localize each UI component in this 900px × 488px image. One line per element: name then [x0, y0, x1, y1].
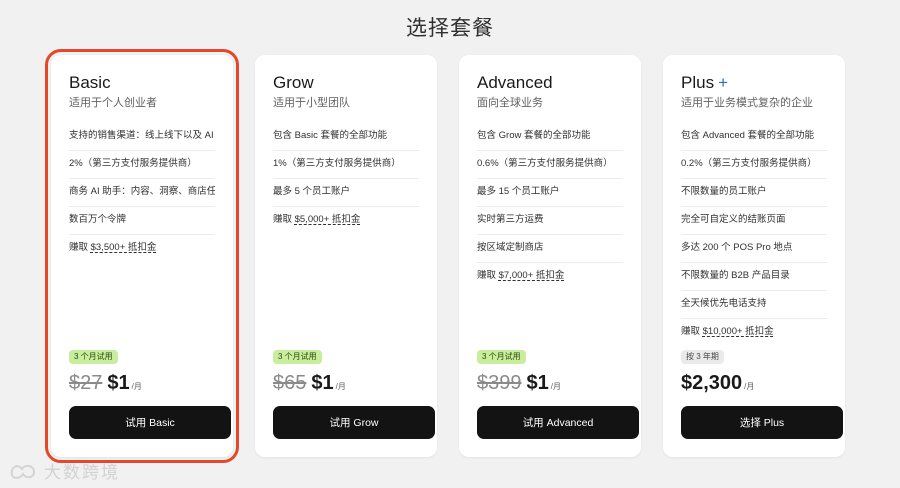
- old-price: $399: [477, 372, 522, 394]
- plan-bottom: 3 个月试用 $399 $1 /月 试用 Advanced: [477, 346, 639, 439]
- feature-item: 赚取 $5,000+ 抵扣金: [273, 206, 419, 234]
- trial-badge: 3 个月试用: [477, 350, 526, 364]
- feature-item: 包含 Grow 套餐的全部功能: [477, 130, 591, 141]
- feature-item: 赚取 $3,500+ 抵扣金: [69, 234, 215, 262]
- plan-name: Plus +: [681, 73, 729, 92]
- feature-item: 0.2%（第三方支付服务提供商）: [681, 150, 827, 178]
- feature-item: 包含 Advanced 套餐的全部功能: [681, 130, 815, 141]
- new-price: $1: [311, 372, 334, 394]
- feature-item: 不限数量的员工账户: [681, 178, 827, 206]
- plan-subtitle: 面向全球业务: [477, 97, 543, 109]
- credit-link[interactable]: $3,500+ 抵扣金: [91, 242, 157, 253]
- plan-bottom: 3 个月试用 $65 $1 /月 试用 Grow: [273, 346, 435, 439]
- feature-item: 不限数量的 B2B 产品目录: [681, 262, 827, 290]
- feature-item: 1%（第三方支付服务提供商）: [273, 150, 419, 178]
- plans-row: Basic 适用于个人创业者 支持的销售渠道：线上线下以及 AI 聊天 2%（第…: [45, 49, 845, 463]
- plan-bottom: 3 个月试用 $27 $1 /月 试用 Basic: [69, 346, 231, 439]
- feature-list: 包含 Basic 套餐的全部功能 1%（第三方支付服务提供商） 最多 5 个员工…: [273, 123, 419, 234]
- old-price: $65: [273, 372, 307, 394]
- feature-item: 实时第三方运费: [477, 206, 623, 234]
- feature-item: 按区域定制商店: [477, 234, 623, 262]
- feature-item: 最多 15 个员工账户: [477, 178, 623, 206]
- feature-item: 完全可自定义的结账页面: [681, 206, 827, 234]
- feature-item: 最多 5 个员工账户: [273, 178, 419, 206]
- feature-item: 赚取 $10,000+ 抵扣金: [681, 318, 827, 346]
- plan-subtitle: 适用于个人创业者: [69, 97, 157, 109]
- feature-item: 赚取 $7,000+ 抵扣金: [477, 262, 623, 290]
- trial-badge: 3 个月试用: [273, 350, 322, 364]
- price-period: /月: [131, 382, 142, 391]
- price-row: $399 $1 /月: [477, 372, 623, 398]
- plus-mark: +: [718, 73, 729, 92]
- feature-item: 支持的销售渠道：线上线下以及 AI 聊天: [69, 130, 215, 141]
- price-row: $2,300 /月: [681, 372, 827, 398]
- watermark-text: 大数跨境: [44, 463, 120, 482]
- plan-card-grow: Grow 适用于小型团队 包含 Basic 套餐的全部功能 1%（第三方支付服务…: [255, 55, 437, 457]
- price-row: $65 $1 /月: [273, 372, 419, 398]
- feature-item: 全天候优先电话支持: [681, 290, 827, 318]
- plan-card-advanced: Advanced 面向全球业务 包含 Grow 套餐的全部功能 0.6%（第三方…: [459, 55, 641, 457]
- choose-plus-button[interactable]: 选择 Plus: [681, 406, 843, 439]
- credit-link[interactable]: $10,000+ 抵扣金: [703, 326, 774, 337]
- new-price: $1: [107, 372, 130, 394]
- plan-card-basic: Basic 适用于个人创业者 支持的销售渠道：线上线下以及 AI 聊天 2%（第…: [45, 49, 239, 463]
- credit-link[interactable]: $5,000+ 抵扣金: [295, 214, 361, 225]
- watermark-logo-icon: [10, 464, 36, 479]
- new-price: $2,300: [681, 372, 743, 394]
- feature-item: 商务 AI 助手：内容、洞察、商店任务等: [69, 178, 215, 206]
- feature-item: 多达 200 个 POS Pro 地点: [681, 234, 827, 262]
- try-advanced-button[interactable]: 试用 Advanced: [477, 406, 639, 439]
- plan-subtitle: 适用于业务模式复杂的企业: [681, 97, 813, 109]
- watermark: 大数跨境: [8, 458, 120, 483]
- feature-item: 包含 Basic 套餐的全部功能: [273, 130, 388, 141]
- plan-name: Advanced: [477, 73, 553, 92]
- feature-item: 0.6%（第三方支付服务提供商）: [477, 150, 623, 178]
- feature-list: 支持的销售渠道：线上线下以及 AI 聊天 2%（第三方支付服务提供商） 商务 A…: [69, 123, 215, 262]
- feature-item: 数百万个令牌: [69, 206, 215, 234]
- price-period: /月: [335, 382, 346, 391]
- plan-bottom: 按 3 年期 $2,300 /月 选择 Plus: [681, 346, 843, 439]
- term-badge: 按 3 年期: [681, 350, 724, 364]
- page-title: 选择套餐: [406, 17, 494, 40]
- old-price: $27: [69, 372, 103, 394]
- price-period: /月: [744, 382, 755, 391]
- plan-name: Grow: [273, 73, 314, 92]
- new-price: $1: [526, 372, 549, 394]
- plan-subtitle: 适用于小型团队: [273, 97, 350, 109]
- try-basic-button[interactable]: 试用 Basic: [69, 406, 231, 439]
- plan-card-plus: Plus + 适用于业务模式复杂的企业 包含 Advanced 套餐的全部功能 0…: [663, 55, 845, 457]
- feature-list: 包含 Grow 套餐的全部功能 0.6%（第三方支付服务提供商） 最多 15 个…: [477, 123, 623, 290]
- feature-list: 包含 Advanced 套餐的全部功能 0.2%（第三方支付服务提供商） 不限数…: [681, 123, 827, 346]
- feature-item: 2%（第三方支付服务提供商）: [69, 150, 215, 178]
- price-period: /月: [550, 382, 561, 391]
- credit-link[interactable]: $7,000+ 抵扣金: [499, 270, 565, 281]
- try-grow-button[interactable]: 试用 Grow: [273, 406, 435, 439]
- price-row: $27 $1 /月: [69, 372, 215, 398]
- plan-name: Basic: [69, 73, 111, 92]
- trial-badge: 3 个月试用: [69, 350, 118, 364]
